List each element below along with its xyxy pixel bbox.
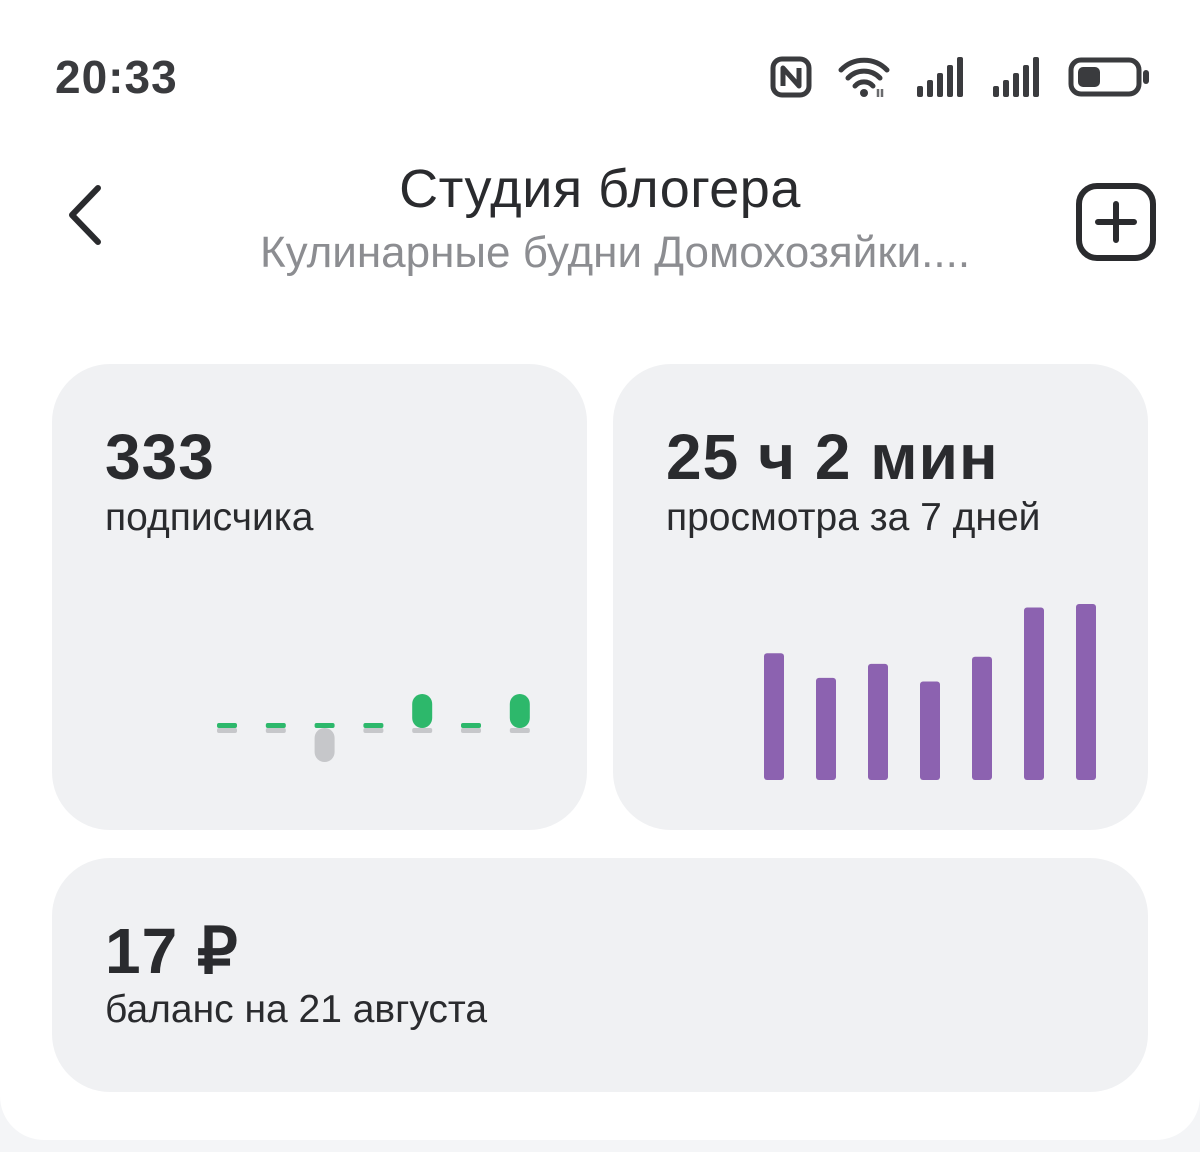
subscriber-gain-bar: [412, 694, 433, 728]
main-sheet: 20:33 Студия блогера Кулинарные будни До…: [0, 0, 1200, 1140]
status-icons: [770, 54, 1150, 100]
views-bar: [972, 656, 992, 780]
subscriber-loss-bar: [509, 728, 530, 733]
subscriber-loss-bar: [217, 728, 237, 733]
views-bar: [1024, 607, 1044, 780]
subscriber-gain-bar: [217, 723, 237, 728]
wifi-icon: [838, 57, 890, 97]
balance-label: баланс на 21 августа: [105, 988, 488, 1031]
views-bar: [868, 663, 888, 780]
page-title: Студия блогера: [399, 159, 801, 219]
battery-icon: [1068, 57, 1149, 97]
subscribers-card[interactable]: 333 подписчика: [52, 364, 587, 830]
signal-icon: [917, 57, 963, 97]
subscriber-gain-bar: [509, 694, 530, 728]
subscribers-chart: [217, 694, 530, 762]
views-bar: [816, 677, 836, 780]
views-card[interactable]: 25 ч 2 мин просмотра за 7 дней: [613, 364, 1148, 830]
subscriber-loss-bar: [363, 728, 384, 733]
views-bar: [920, 681, 940, 780]
balance-card[interactable]: 17 ₽ баланс на 21 августа: [52, 858, 1148, 1092]
views-bar: [1076, 604, 1096, 780]
plus-square-icon: [1076, 183, 1156, 261]
channel-name[interactable]: Кулинарные будни Домохозяйки....: [0, 228, 1200, 278]
subscriber-gain-bar: [314, 723, 335, 728]
status-time: 20:33: [55, 51, 178, 103]
signal-icon: [993, 57, 1039, 97]
subscriber-gain-bar: [265, 723, 286, 728]
subscriber-gain-bar: [461, 723, 481, 728]
subscriber-gain-bar: [363, 723, 384, 728]
balance-value: 17 ₽: [105, 915, 239, 987]
add-button[interactable]: [1075, 182, 1157, 262]
subscriber-loss-bar: [461, 728, 481, 733]
views-bar: [764, 653, 784, 780]
subscriber-loss-bar: [265, 728, 286, 733]
views-chart: [764, 604, 1096, 780]
nfc-icon: [770, 56, 812, 98]
subscriber-loss-bar: [412, 728, 433, 733]
subscriber-loss-bar: [314, 728, 335, 762]
